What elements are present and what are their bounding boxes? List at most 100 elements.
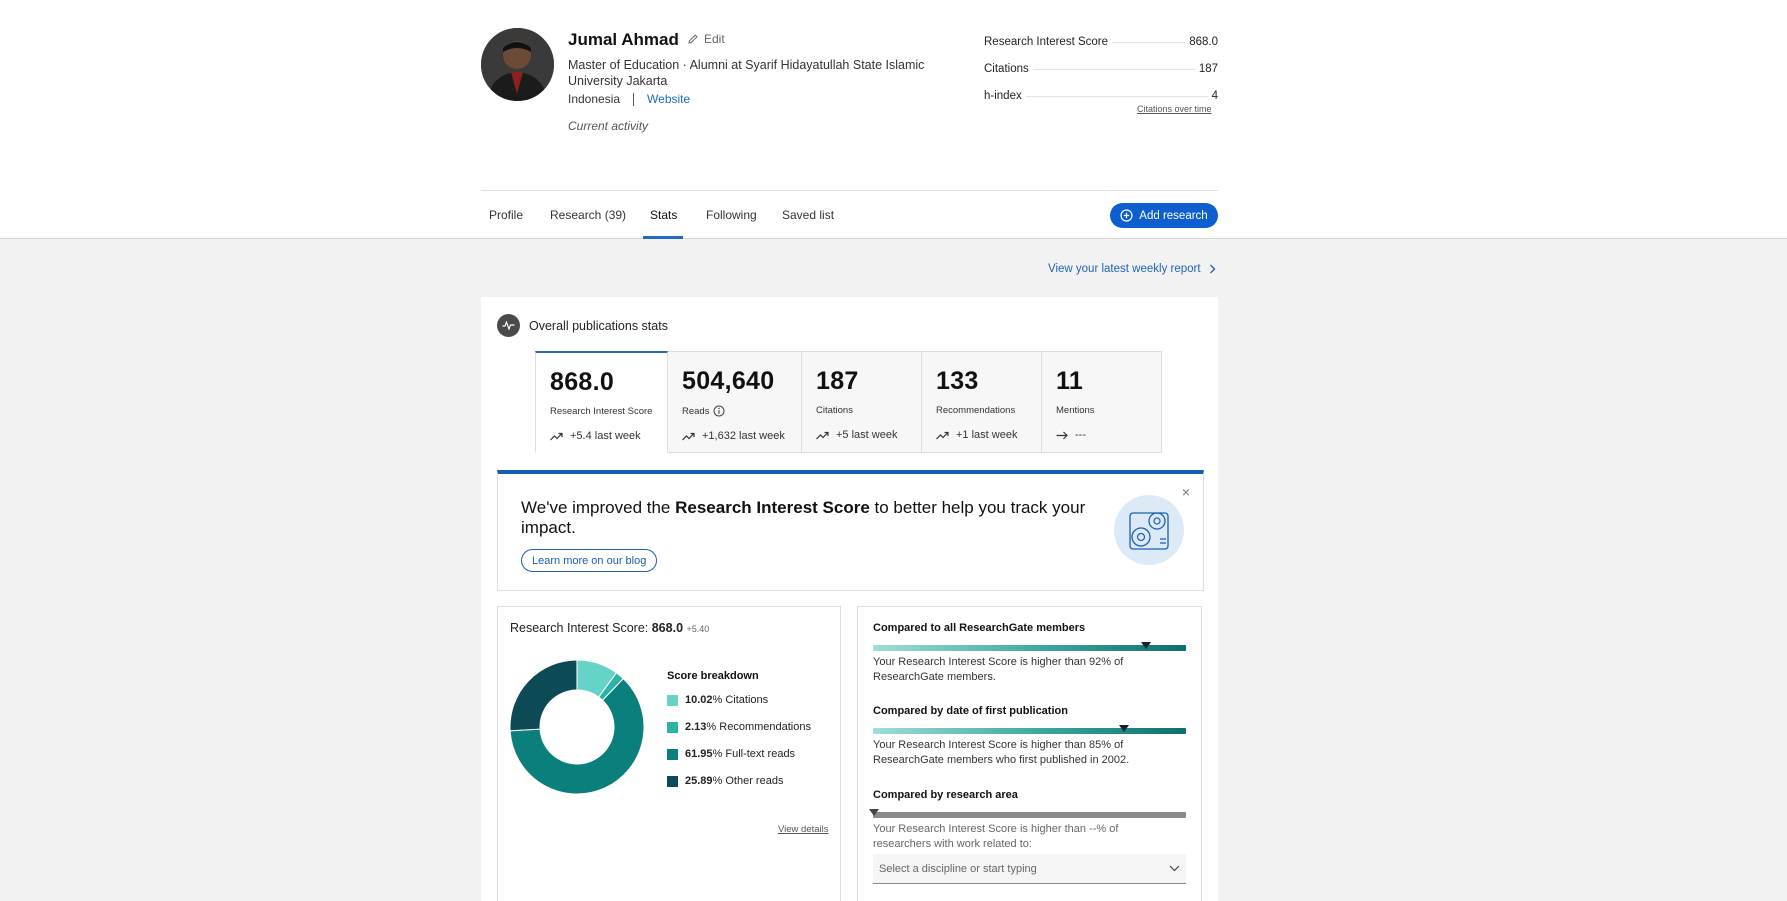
tab-saved-list[interactable]: Saved list (782, 208, 834, 222)
percentile-marker (1141, 642, 1151, 649)
metric-citations: Citations 187 (984, 55, 1218, 82)
learn-more-button[interactable]: Learn more on our blog (521, 549, 658, 572)
tab-research[interactable]: Research (39) (550, 208, 626, 222)
stat-reads[interactable]: 504,640 Reads +1,632 last week (668, 351, 802, 453)
profile-location: Indonesia Website (568, 92, 690, 106)
stat-label: Reads (682, 405, 787, 417)
pencil-icon (688, 34, 698, 44)
metric-label: Citations (984, 62, 1033, 75)
arrow-right-icon (1056, 431, 1068, 439)
ris-title: Research Interest Score: 868.0 +5.40 (510, 621, 709, 635)
ris-title-prefix: Research Interest Score: (510, 621, 652, 635)
activity-icon (497, 314, 520, 337)
website-link[interactable]: Website (647, 92, 690, 106)
stat-label-text: Reads (682, 405, 710, 417)
stat-research-interest-score[interactable]: 868.0 Research Interest Score +5.4 last … (535, 351, 668, 453)
discipline-select[interactable]: Select a discipline or start typing (873, 854, 1186, 884)
compare-all-bar (873, 645, 1186, 651)
legend-citations: 10.02% Citations (667, 694, 768, 706)
view-details-link[interactable]: View details (778, 824, 829, 835)
trending-up-icon (936, 431, 949, 439)
tabs-divider (481, 190, 1218, 191)
info-icon[interactable] (713, 405, 725, 417)
score-breakdown-donut (509, 659, 645, 795)
legend-swatch (667, 775, 678, 787)
stat-label: Citations (816, 405, 853, 416)
legend-swatch (667, 748, 678, 760)
metric-value: 187 (1194, 62, 1218, 75)
banner-text-pre: We've improved the (521, 498, 676, 517)
trending-up-icon (550, 432, 563, 440)
overview-title: Overall publications stats (529, 318, 668, 333)
legend-other-reads: 25.89% Other reads (667, 775, 783, 787)
trending-up-icon (682, 432, 695, 440)
legend-swatch (667, 721, 678, 733)
compare-area-text: Your Research Interest Score is higher t… (873, 823, 1119, 850)
stat-change-text: +1 last week (956, 429, 1018, 441)
stat-value: 187 (816, 367, 859, 395)
edit-profile-button[interactable]: Edit (687, 32, 725, 46)
metric-value: 4 (1207, 89, 1218, 102)
stat-change: +5 last week (816, 429, 907, 441)
compare-area-bar (873, 812, 1186, 818)
divider (633, 92, 635, 106)
stat-value: 868.0 (550, 368, 615, 396)
avatar[interactable] (481, 28, 554, 101)
legend-text: 10.02% Citations (685, 694, 769, 706)
stat-citations[interactable]: 187 Citations +5 last week (802, 351, 922, 453)
add-research-button[interactable]: Add research (1110, 203, 1218, 228)
stat-value: 11 (1056, 367, 1084, 395)
weekly-report-link[interactable]: View your latest weekly report (1048, 263, 1216, 275)
profile-metrics: Research Interest Score 868.0 Citations … (984, 28, 1218, 109)
compare-all-heading: Compared to all ResearchGate members (873, 622, 1086, 634)
add-research-label: Add research (1139, 209, 1208, 222)
active-tab-indicator (643, 236, 683, 239)
tab-profile[interactable]: Profile (489, 208, 523, 222)
comparisons-panel: Compared to all ResearchGate members You… (857, 606, 1202, 901)
stat-change: +1,632 last week (682, 430, 787, 442)
tab-following[interactable]: Following (706, 208, 757, 222)
overview-header: Overall publications stats (497, 314, 668, 337)
tab-stats[interactable]: Stats (650, 208, 677, 222)
ris-value: 868.0 (651, 621, 684, 635)
profile-name: Jumal Ahmad (568, 30, 679, 49)
legend-text: 2.13% Recommendations (685, 721, 811, 733)
legend-text: 25.89% Other reads (685, 775, 784, 787)
banner-text: We've improved the Research Interest Sco… (521, 498, 1121, 538)
legend-recommendations: 2.13% Recommendations (667, 721, 811, 733)
current-activity: Current activity (568, 119, 649, 133)
ris-breakdown-panel: Research Interest Score: 868.0 +5.40 Sco… (497, 606, 841, 901)
legend-swatch (667, 694, 678, 706)
citations-over-time-link[interactable]: Citations over time (1137, 104, 1212, 114)
country: Indonesia (568, 92, 621, 106)
compare-date-heading: Compared by date of first publication (873, 705, 1068, 717)
profile-degree: Master of Education · Alumni at Syarif H… (568, 58, 925, 88)
ris-announcement-banner: We've improved the Research Interest Sco… (497, 470, 1204, 591)
settings-illustration-icon (1114, 495, 1184, 565)
discipline-select-placeholder: Select a discipline or start typing (879, 862, 1037, 875)
banner-text-bold: Research Interest Score (675, 498, 870, 517)
plus-circle-icon (1120, 209, 1133, 222)
metric-label: Research Interest Score (984, 35, 1113, 48)
weekly-report-label: View your latest weekly report (1048, 263, 1201, 275)
percentile-marker (869, 809, 879, 816)
legend-text: 61.95% Full-text reads (685, 748, 796, 760)
stat-change: +1 last week (936, 429, 1027, 441)
stats-tabs: 868.0 Research Interest Score +5.4 last … (535, 351, 1162, 453)
stat-change-text: --- (1075, 429, 1086, 441)
stat-value: 504,640 (682, 367, 775, 395)
stat-change-text: +5.4 last week (570, 430, 641, 442)
compare-area-heading: Compared by research area (873, 789, 1018, 801)
stat-mentions[interactable]: 11 Mentions --- (1042, 351, 1162, 453)
stat-recommendations[interactable]: 133 Recommendations +1 last week (922, 351, 1042, 453)
compare-date-text: Your Research Interest Score is higher t… (873, 739, 1130, 766)
compare-date-bar (873, 728, 1186, 734)
metric-label: h-index (984, 89, 1026, 102)
stat-value: 133 (936, 367, 979, 395)
legend-full-text-reads: 61.95% Full-text reads (667, 748, 795, 760)
stat-change: --- (1056, 429, 1147, 441)
percentile-marker (1119, 725, 1129, 732)
stat-label: Mentions (1056, 405, 1095, 416)
stat-label: Research Interest Score (550, 406, 653, 417)
chevron-right-icon (1209, 264, 1216, 274)
